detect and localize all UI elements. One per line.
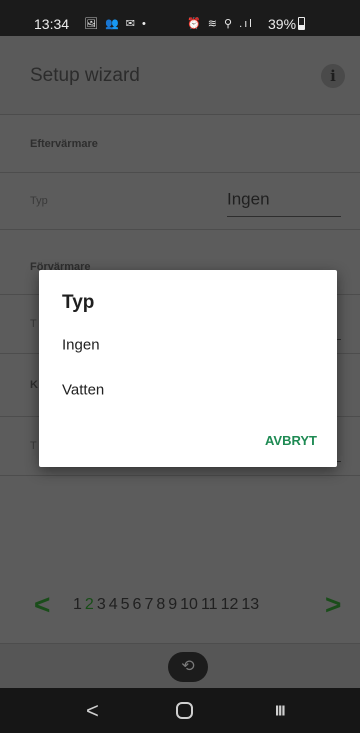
type-label: Typ — [30, 195, 48, 207]
nav-back-button[interactable]: < — [86, 698, 99, 724]
info-icon[interactable]: i — [321, 64, 345, 88]
page-number[interactable]: 8 — [156, 596, 165, 613]
page-number[interactable]: 9 — [168, 596, 177, 613]
system-icons: ⏰ ≋ ⚲ .ıl — [187, 18, 254, 30]
page-number[interactable]: 7 — [144, 596, 153, 613]
cancel-button[interactable]: AVBRYT — [251, 426, 331, 456]
page-number[interactable]: 2 — [85, 596, 94, 613]
page-number[interactable]: 10 — [180, 596, 198, 613]
page-number[interactable]: 12 — [221, 596, 239, 613]
page-numbers: 1 2 3 4 5 6 7 8 9 10 11 12 13 — [73, 596, 262, 614]
system-nav-bar: < III — [0, 688, 360, 733]
section-title: K — [30, 379, 38, 391]
nav-recent-apps-button[interactable]: III — [275, 702, 285, 719]
page-number[interactable]: 5 — [121, 596, 130, 613]
nav-home-button[interactable] — [176, 702, 193, 719]
section-header-eftervarmare: Eftervärmare — [0, 116, 360, 172]
page-number[interactable]: 4 — [109, 596, 118, 613]
status-time: 13:34 — [34, 16, 70, 32]
type-value[interactable]: Ingen — [227, 189, 270, 209]
app-bar: Setup wizard i — [0, 36, 360, 115]
battery-icon — [298, 17, 305, 30]
undo-icon[interactable]: ⟲ — [168, 652, 208, 682]
type-label: T — [30, 318, 37, 330]
dialog-title: Typ — [62, 292, 95, 313]
page-number[interactable]: 11 — [201, 596, 218, 613]
next-page-button[interactable]: > — [325, 589, 341, 621]
battery-percent: 39% — [268, 16, 297, 32]
dialog-option[interactable]: Vatten — [39, 370, 337, 410]
dialog-option-label: Vatten — [62, 381, 105, 399]
type-label: T — [30, 440, 37, 452]
page-number[interactable]: 13 — [241, 596, 259, 613]
page-number[interactable]: 3 — [97, 596, 106, 613]
status-bar: 13:34 🖼 👥 ✉ • ⏰ ≋ ⚲ .ıl 39% — [0, 0, 360, 36]
bottom-action-bar: ⟲ — [0, 643, 360, 688]
dialog-option-label: Ingen — [62, 336, 100, 354]
eftervarmare-type-row[interactable]: Typ Ingen — [0, 172, 360, 230]
page-number[interactable]: 1 — [73, 596, 82, 613]
notification-icons: 🖼 👥 ✉ • — [84, 18, 148, 30]
dialog-option[interactable]: Ingen — [39, 325, 337, 365]
type-picker-dialog: Typ Ingen Vatten AVBRYT — [39, 270, 337, 467]
page-number[interactable]: 6 — [133, 596, 142, 613]
section-title: Eftervärmare — [30, 138, 98, 150]
page-title: Setup wizard — [30, 65, 140, 86]
page-navigator: < 1 2 3 4 5 6 7 8 9 10 11 12 13 > — [0, 585, 360, 625]
type-underline — [227, 216, 341, 217]
previous-page-button[interactable]: < — [34, 589, 50, 621]
